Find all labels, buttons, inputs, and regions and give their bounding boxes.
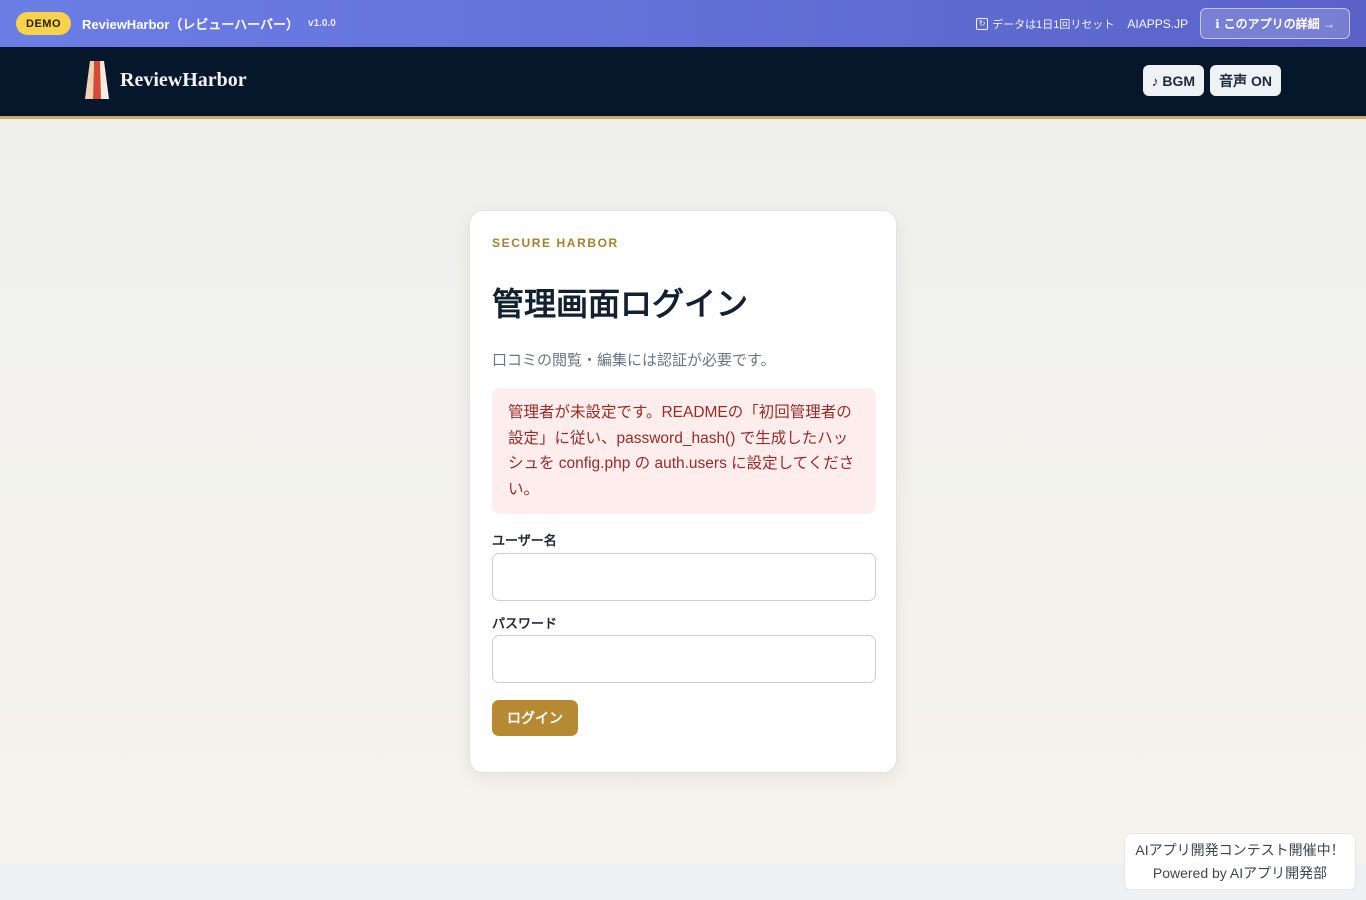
refresh-icon: ↻: [976, 17, 989, 30]
demo-site-link[interactable]: AIAPPS.JP: [1127, 17, 1188, 31]
app-detail-label: このアプリの詳細 →: [1223, 17, 1335, 31]
bgm-toggle-button[interactable]: ♪ BGM: [1142, 65, 1205, 96]
error-alert: 管理者が未設定です。READMEの「初回管理者の設定」に従い、password_…: [492, 388, 876, 514]
contest-line1: AIアプリ開発コンテスト開催中！: [1135, 842, 1345, 858]
contest-line2: Powered by AIアプリ開発部: [1152, 865, 1328, 881]
password-label: パスワード: [492, 616, 558, 631]
login-eyebrow: SECURE HARBOR: [492, 236, 619, 250]
main-header: ReviewHarbor ♪ BGM 音声 ON: [0, 47, 1366, 119]
app-detail-button[interactable]: ℹ このアプリの詳細 →: [1200, 8, 1350, 39]
sound-toggle-button[interactable]: 音声 ON: [1210, 65, 1281, 96]
login-subtitle: 口コミの閲覧・編集には認証が必要です。: [492, 352, 776, 369]
demo-badge: DEMO: [16, 12, 71, 35]
demo-bar-right: ↻ データは1日1回リセット AIAPPS.JP ℹ このアプリの詳細 →: [976, 8, 1350, 39]
login-button[interactable]: ログイン: [492, 700, 578, 736]
demo-reset-note: ↻ データは1日1回リセット: [976, 16, 1114, 32]
logo-text: ReviewHarbor: [120, 68, 247, 91]
username-label: ユーザー名: [492, 533, 557, 548]
demo-version: v1.0.0: [308, 18, 336, 29]
demo-bar: DEMO ReviewHarbor（レビューハーバー） v1.0.0 ↻ データ…: [0, 0, 1366, 47]
contest-banner[interactable]: AIアプリ開発コンテスト開催中！ Powered by AIアプリ開発部: [1124, 833, 1356, 890]
demo-reset-text: データは1日1回リセット: [992, 18, 1115, 31]
login-card: SECURE HARBOR 管理画面ログイン 口コミの閲覧・編集には認証が必要で…: [469, 210, 897, 773]
header-actions: ♪ BGM 音声 ON: [1142, 65, 1281, 96]
password-input[interactable]: [492, 635, 876, 683]
info-icon: ℹ: [1215, 16, 1220, 31]
lighthouse-logo-icon: [85, 61, 109, 99]
demo-app-title: ReviewHarbor（レビューハーバー）: [82, 17, 300, 32]
username-input[interactable]: [492, 553, 876, 601]
main-content: SECURE HARBOR 管理画面ログイン 口コミの閲覧・編集には認証が必要で…: [0, 119, 1366, 864]
logo-link[interactable]: ReviewHarbor: [85, 61, 247, 99]
page-title: 管理画面ログイン: [492, 286, 749, 322]
